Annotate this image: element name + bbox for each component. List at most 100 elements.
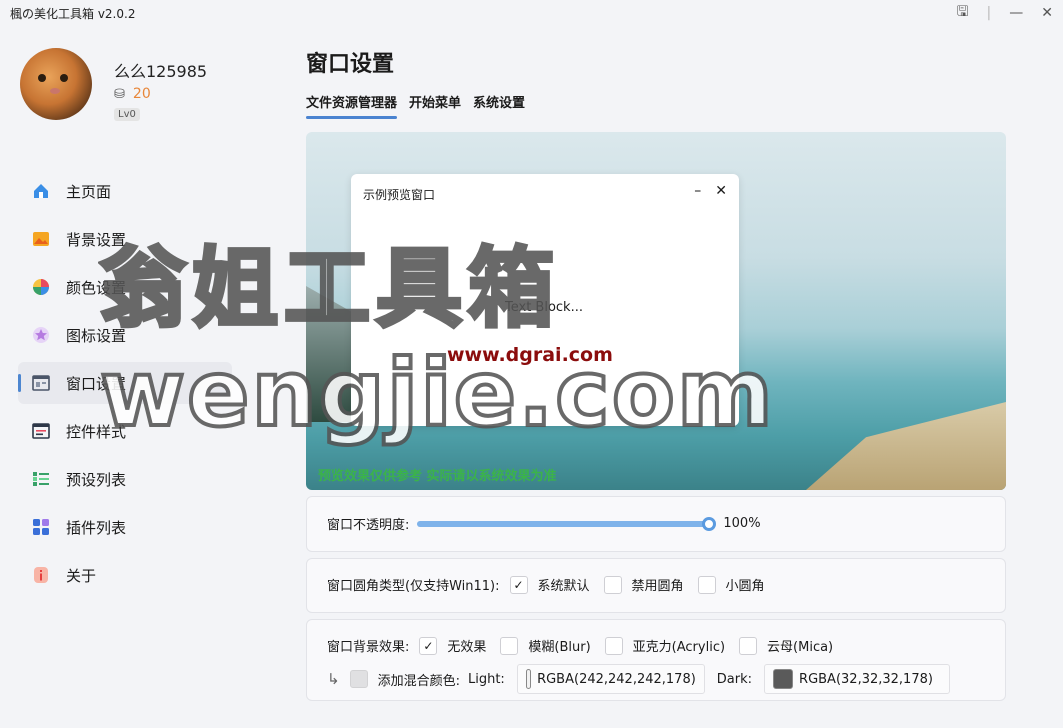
sidebar-item-home[interactable]: 主页面: [18, 170, 232, 212]
tab-start-menu[interactable]: 开始菜单: [409, 92, 461, 117]
light-color-swatch[interactable]: [525, 669, 532, 689]
sidebar-item-controls[interactable]: 控件样式: [18, 410, 232, 452]
minimize-button[interactable]: —: [1009, 5, 1023, 21]
corner-option-default[interactable]: ✓ 系统默认: [509, 575, 590, 594]
sidebar-item-label: 关于: [66, 566, 97, 585]
sidebar-item-label: 图标设置: [66, 326, 127, 345]
checkbox[interactable]: [697, 575, 716, 594]
coin-count: 20: [132, 86, 151, 102]
minimize-icon: –: [694, 183, 702, 199]
window-controls: 🖫 | — ✕: [957, 1, 1053, 25]
title-bar: 楓の美化工具箱 v2.0.2 🖫 | — ✕: [0, 0, 1063, 26]
username: 么么125985: [114, 62, 208, 81]
sidebar-item-label: 背景设置: [66, 230, 127, 249]
blend-label: 添加混合颜色:: [377, 673, 460, 689]
checkbox[interactable]: ✓: [419, 636, 438, 655]
divider: |: [986, 5, 992, 21]
window-icon: [32, 374, 50, 392]
effect-card: 窗口背景效果: ✓ 无效果 模糊(Blur) 亚克力(Acrylic) 云母(M…: [306, 619, 1006, 701]
coin-stack-icon: ⛁: [114, 86, 125, 102]
opacity-label: 窗口不透明度:: [327, 518, 410, 533]
preview-note: 预览效果仅供参考 实际请以系统效果为准: [318, 469, 557, 484]
corner-option-small[interactable]: 小圆角: [697, 575, 765, 594]
sidebar-item-presets[interactable]: 预设列表: [18, 458, 232, 500]
coin-balance: ⛁ 20: [114, 86, 207, 102]
effect-row: 窗口背景效果: ✓ 无效果 模糊(Blur) 亚克力(Acrylic) 云母(M…: [327, 636, 847, 655]
sidebar-item-window[interactable]: 窗口设置: [18, 362, 232, 404]
preview-window: 示例预览窗口 – ✕ Text Block...: [351, 174, 739, 426]
sidebar-item-label: 主页面: [66, 182, 112, 201]
checkbox[interactable]: ✓: [509, 575, 528, 594]
tab-file-explorer[interactable]: 文件资源管理器: [306, 92, 398, 119]
sidebar-item-icon[interactable]: 图标设置: [18, 314, 232, 356]
opacity-value: 100%: [723, 516, 761, 531]
preview-window-title: 示例预览窗口: [363, 188, 436, 202]
option-label: 云母(Mica): [767, 640, 834, 655]
checkbox[interactable]: [739, 636, 758, 655]
profile-info: 么么125985 ⛁ 20 Lv0: [114, 58, 207, 121]
avatar[interactable]: [20, 48, 92, 120]
preview-area: 示例预览窗口 – ✕ Text Block... 预览效果仅供参考 实际请以系统…: [306, 132, 1006, 490]
opacity-row: 窗口不透明度: 100%: [327, 514, 761, 533]
effect-option-none[interactable]: ✓ 无效果: [419, 636, 486, 655]
close-button[interactable]: ✕: [1041, 5, 1053, 21]
landscape-shore: [806, 402, 1006, 490]
page-title: 窗口设置: [306, 52, 395, 77]
corner-option-disable[interactable]: 禁用圆角: [603, 575, 684, 594]
list-icon: [32, 470, 50, 488]
dark-color-field[interactable]: RGBA(32,32,32,178): [764, 664, 951, 694]
option-label: 模糊(Blur): [528, 640, 591, 655]
blend-checkbox[interactable]: [349, 670, 368, 688]
grid-icon: [32, 518, 50, 536]
opacity-slider[interactable]: [417, 516, 717, 531]
effect-label: 窗口背景效果:: [327, 640, 410, 655]
checkbox[interactable]: [603, 575, 622, 594]
tab-system-settings[interactable]: 系统设置: [473, 92, 525, 117]
slider-fill: [417, 520, 710, 527]
light-color-value: RGBA(242,242,242,178): [537, 671, 696, 687]
option-label: 亚克力(Acrylic): [632, 640, 726, 655]
nav-menu: 主页面 背景设置 颜色设置 图标设置 窗口设置 控件样式 预设列表 插件列表 关…: [18, 170, 232, 602]
palette-icon: [32, 278, 50, 296]
preview-text-block: Text Block...: [505, 300, 583, 315]
slider-thumb[interactable]: [702, 516, 717, 531]
sidebar-item-plugins[interactable]: 插件列表: [18, 506, 232, 548]
tab-bar: 文件资源管理器 开始菜单 系统设置: [306, 92, 1006, 119]
main-content: 窗口设置 文件资源管理器 开始菜单 系统设置 示例预览窗口 – ✕ Text B…: [306, 26, 1006, 701]
light-label: Light:: [467, 671, 505, 687]
star-icon: [32, 326, 50, 344]
checkbox[interactable]: [500, 636, 519, 655]
blend-row: ↳ 添加混合颜色: Light: RGBA(242,242,242,178) D…: [327, 664, 951, 694]
sidebar-item-background[interactable]: 背景设置: [18, 218, 232, 260]
sidebar-item-label: 控件样式: [66, 422, 127, 441]
corner-label: 窗口圆角类型(仅支持Win11):: [327, 579, 500, 594]
effect-option-blur[interactable]: 模糊(Blur): [500, 636, 591, 655]
sub-branch-icon: ↳: [327, 670, 340, 688]
light-color-field[interactable]: RGBA(242,242,242,178): [516, 664, 705, 694]
save-icon[interactable]: 🖫: [957, 1, 969, 25]
sidebar-item-label: 窗口设置: [66, 374, 127, 393]
close-icon: ✕: [715, 183, 727, 199]
option-label: 小圆角: [725, 579, 765, 594]
sidebar: 么么125985 ⛁ 20 Lv0 主页面 背景设置 颜色设置 图标设置 窗口设…: [0, 26, 260, 728]
corner-row: 窗口圆角类型(仅支持Win11): ✓ 系统默认 禁用圆角 小圆角: [327, 575, 779, 594]
sidebar-item-label: 插件列表: [66, 518, 127, 537]
option-label: 系统默认: [537, 579, 590, 594]
corner-card: 窗口圆角类型(仅支持Win11): ✓ 系统默认 禁用圆角 小圆角: [306, 558, 1006, 613]
effect-option-mica[interactable]: 云母(Mica): [739, 636, 833, 655]
watermark-url: www.dgrai.com: [447, 344, 613, 366]
effect-option-acrylic[interactable]: 亚克力(Acrylic): [604, 636, 726, 655]
option-label: 禁用圆角: [631, 579, 684, 594]
opacity-card: 窗口不透明度: 100%: [306, 496, 1006, 552]
level-badge: Lv0: [114, 108, 140, 121]
sidebar-item-about[interactable]: 关于: [18, 554, 232, 596]
checkbox[interactable]: [604, 636, 623, 655]
option-label: 无效果: [447, 640, 487, 655]
dark-label: Dark:: [716, 671, 753, 687]
sidebar-item-color[interactable]: 颜色设置: [18, 266, 232, 308]
home-icon: [32, 182, 50, 200]
preview-window-controls: – ✕: [694, 183, 727, 199]
user-profile: 么么125985 ⛁ 20 Lv0: [20, 48, 207, 121]
sidebar-item-label: 预设列表: [66, 470, 127, 489]
dark-color-swatch[interactable]: [773, 669, 794, 689]
